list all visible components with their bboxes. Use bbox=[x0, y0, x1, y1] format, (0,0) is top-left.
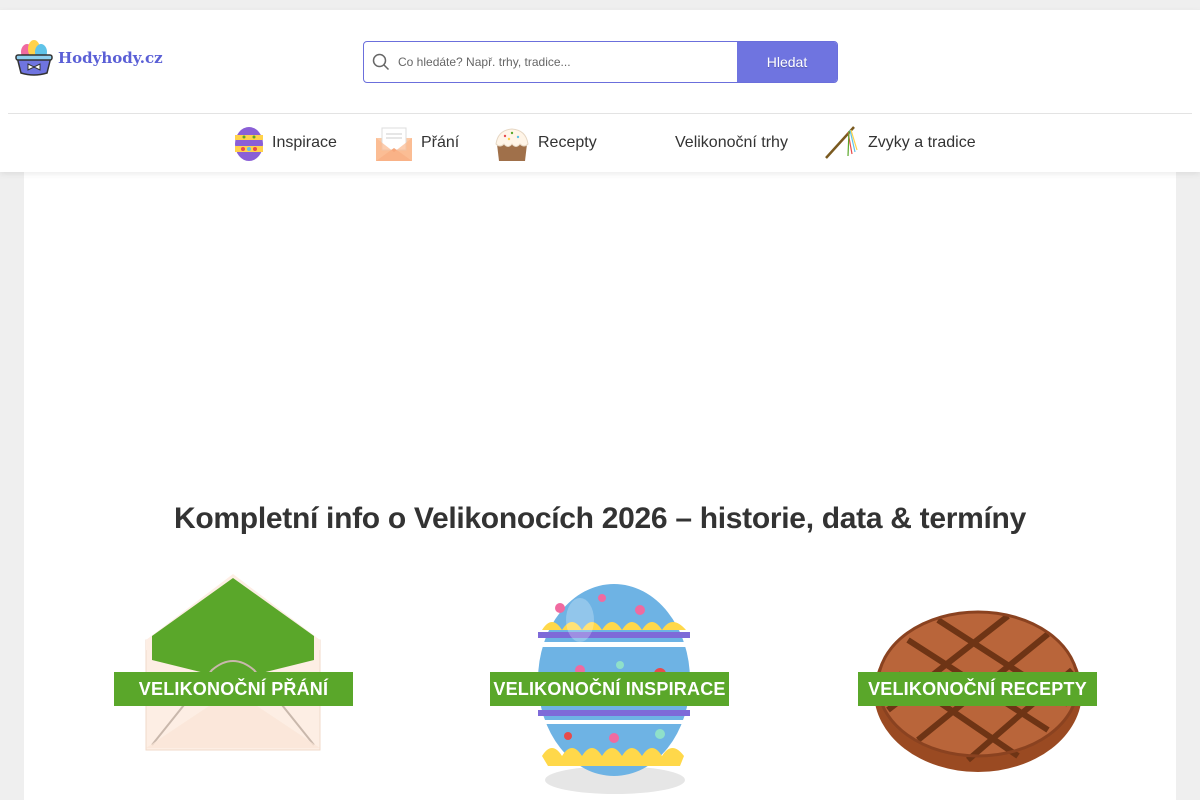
card-label: VELIKONOČNÍ INSPIRACE bbox=[490, 672, 729, 706]
search-input[interactable] bbox=[398, 42, 737, 82]
nav-item-label: Recepty bbox=[538, 134, 597, 151]
whip-icon bbox=[825, 126, 858, 159]
search-icon bbox=[364, 42, 398, 82]
card-velikonocni-recepty[interactable]: VELIKONOČNÍ RECEPTY bbox=[858, 570, 1108, 800]
nav-item-label: Inspirace bbox=[272, 134, 337, 151]
card-velikonocni-inspirace[interactable]: VELIKONOČNÍ INSPIRACE bbox=[490, 570, 740, 800]
nav-item-velikonocni-trhy[interactable]: Velikonoční trhy bbox=[675, 122, 788, 164]
card-label: VELIKONOČNÍ RECEPTY bbox=[858, 672, 1097, 706]
nav-item-inspirace[interactable]: Inspirace bbox=[234, 122, 337, 164]
main-content: Kompletní info o Velikonocích 2026 – his… bbox=[24, 172, 1176, 800]
nav-item-prani[interactable]: Přání bbox=[375, 122, 459, 164]
logo-text: Hodyhody.cz bbox=[58, 49, 163, 67]
envelope-icon bbox=[376, 127, 412, 161]
page-title: Kompletní info o Velikonocích 2026 – his… bbox=[174, 502, 1026, 535]
card-label: VELIKONOČNÍ PŘÁNÍ bbox=[114, 672, 353, 706]
site-header: Hodyhody.cz Hledat Inspirace bbox=[0, 10, 1200, 172]
search-bar: Hledat bbox=[363, 41, 838, 83]
main-navigation: Inspirace Přání Recepty Velikonoční trhy bbox=[0, 114, 1200, 172]
nav-item-zvyky-a-tradice[interactable]: Zvyky a tradice bbox=[824, 122, 976, 164]
nav-item-label: Zvyky a tradice bbox=[868, 134, 976, 151]
nav-item-label: Velikonoční trhy bbox=[675, 134, 788, 151]
painted-egg-icon bbox=[235, 127, 263, 161]
cake-icon bbox=[495, 128, 529, 161]
search-button[interactable]: Hledat bbox=[737, 42, 837, 82]
site-logo[interactable]: Hodyhody.cz bbox=[14, 38, 163, 78]
card-velikonocni-prani[interactable]: VELIKONOČNÍ PŘÁNÍ bbox=[112, 570, 362, 800]
easter-basket-icon bbox=[15, 40, 53, 76]
nav-item-recepty[interactable]: Recepty bbox=[494, 122, 597, 164]
nav-item-label: Přání bbox=[421, 134, 460, 151]
